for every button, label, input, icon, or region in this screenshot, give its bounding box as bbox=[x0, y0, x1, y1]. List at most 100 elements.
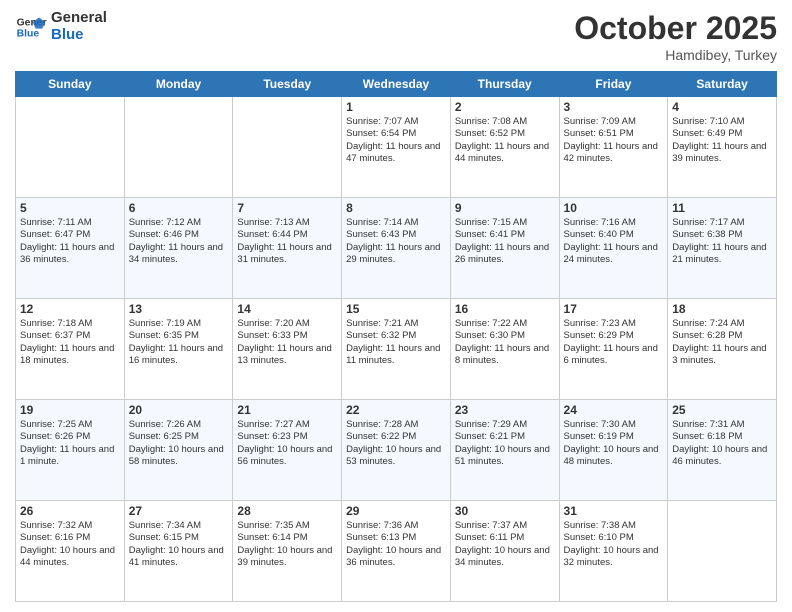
calendar-cell: 28Sunrise: 7:35 AM Sunset: 6:14 PM Dayli… bbox=[233, 501, 342, 602]
calendar-cell: 21Sunrise: 7:27 AM Sunset: 6:23 PM Dayli… bbox=[233, 400, 342, 501]
cell-info-text: Sunrise: 7:18 AM Sunset: 6:37 PM Dayligh… bbox=[20, 318, 120, 367]
cell-day-number: 9 bbox=[455, 201, 555, 215]
logo: General Blue General Blue bbox=[15, 10, 107, 43]
cell-day-number: 24 bbox=[564, 403, 664, 417]
cell-info-text: Sunrise: 7:16 AM Sunset: 6:40 PM Dayligh… bbox=[564, 217, 664, 266]
calendar-cell: 25 Sunrise: 7:31 AM Sunset: 6:18 PM Dayli… bbox=[668, 400, 777, 501]
cell-info-text: Sunrise: 7:14 AM Sunset: 6:43 PM Dayligh… bbox=[346, 217, 446, 266]
calendar-cell: 17Sunrise: 7:23 AM Sunset: 6:29 PM Dayli… bbox=[559, 299, 668, 400]
calendar-cell: 22 Sunrise: 7:28 AM Sunset: 6:22 PM Dayli… bbox=[342, 400, 451, 501]
cell-info-text: Sunrise: 7:15 AM Sunset: 6:41 PM Dayligh… bbox=[455, 217, 555, 266]
cell-info-text: Sunrise: 7:09 AM Sunset: 6:51 PM Dayligh… bbox=[564, 116, 664, 165]
calendar-cell: 13 Sunrise: 7:19 AM Sunset: 6:35 PM Dayli… bbox=[124, 299, 233, 400]
cell-info-text: Sunrise: 7:19 AM Sunset: 6:35 PM Dayligh… bbox=[129, 318, 229, 367]
cell-day-number: 4 bbox=[672, 100, 772, 114]
cell-day-number: 7 bbox=[237, 201, 337, 215]
calendar-cell: 19Sunrise: 7:25 AM Sunset: 6:26 PM Dayli… bbox=[16, 400, 125, 501]
calendar-cell: 16 Sunrise: 7:22 AM Sunset: 6:30 PM Dayli… bbox=[450, 299, 559, 400]
cell-day-number: 15 bbox=[346, 302, 446, 316]
cell-info-text: Sunrise: 7:25 AM Sunset: 6:26 PM Dayligh… bbox=[20, 419, 120, 468]
cell-day-number: 26 bbox=[20, 504, 120, 518]
cell-info-text: Sunrise: 7:26 AM Sunset: 6:25 PM Dayligh… bbox=[129, 419, 229, 468]
cell-info-text: Sunrise: 7:21 AM Sunset: 6:32 PM Dayligh… bbox=[346, 318, 446, 367]
calendar-week-1: 1Sunrise: 7:07 AM Sunset: 6:54 PM Daylig… bbox=[16, 97, 777, 198]
cell-info-text: Sunrise: 7:35 AM Sunset: 6:14 PM Dayligh… bbox=[237, 520, 337, 569]
cell-day-number: 29 bbox=[346, 504, 446, 518]
cell-day-number: 8 bbox=[346, 201, 446, 215]
calendar-cell: 11Sunrise: 7:17 AM Sunset: 6:38 PM Dayli… bbox=[668, 198, 777, 299]
cell-day-number: 3 bbox=[564, 100, 664, 114]
logo-icon: General Blue bbox=[15, 11, 47, 43]
calendar-cell: 6 Sunrise: 7:12 AM Sunset: 6:46 PM Daylig… bbox=[124, 198, 233, 299]
calendar-cell: 3 Sunrise: 7:09 AM Sunset: 6:51 PM Daylig… bbox=[559, 97, 668, 198]
cell-info-text: Sunrise: 7:12 AM Sunset: 6:46 PM Dayligh… bbox=[129, 217, 229, 266]
cell-info-text: Sunrise: 7:08 AM Sunset: 6:52 PM Dayligh… bbox=[455, 116, 555, 165]
cell-day-number: 23 bbox=[455, 403, 555, 417]
cell-day-number: 1 bbox=[346, 100, 446, 114]
calendar-cell: 8 Sunrise: 7:14 AM Sunset: 6:43 PM Daylig… bbox=[342, 198, 451, 299]
calendar-cell: 14 Sunrise: 7:20 AM Sunset: 6:33 PM Dayli… bbox=[233, 299, 342, 400]
cell-day-number: 21 bbox=[237, 403, 337, 417]
svg-text:Blue: Blue bbox=[17, 28, 40, 39]
calendar-cell: 24 Sunrise: 7:30 AM Sunset: 6:19 PM Dayli… bbox=[559, 400, 668, 501]
calendar-cell: 7 Sunrise: 7:13 AM Sunset: 6:44 PM Daylig… bbox=[233, 198, 342, 299]
day-header-wednesday: Wednesday bbox=[342, 72, 451, 97]
calendar-cell bbox=[124, 97, 233, 198]
location: Hamdibey, Turkey bbox=[574, 47, 777, 63]
calendar-cell bbox=[668, 501, 777, 602]
cell-day-number: 12 bbox=[20, 302, 120, 316]
cell-info-text: Sunrise: 7:29 AM Sunset: 6:21 PM Dayligh… bbox=[455, 419, 555, 468]
cell-day-number: 20 bbox=[129, 403, 229, 417]
cell-info-text: Sunrise: 7:37 AM Sunset: 6:11 PM Dayligh… bbox=[455, 520, 555, 569]
month-title: October 2025 bbox=[574, 10, 777, 47]
cell-info-text: Sunrise: 7:34 AM Sunset: 6:15 PM Dayligh… bbox=[129, 520, 229, 569]
cell-day-number: 2 bbox=[455, 100, 555, 114]
calendar-week-4: 19Sunrise: 7:25 AM Sunset: 6:26 PM Dayli… bbox=[16, 400, 777, 501]
calendar-cell: 26Sunrise: 7:32 AM Sunset: 6:16 PM Dayli… bbox=[16, 501, 125, 602]
calendar-cell bbox=[16, 97, 125, 198]
cell-info-text: Sunrise: 7:20 AM Sunset: 6:33 PM Dayligh… bbox=[237, 318, 337, 367]
cell-day-number: 5 bbox=[20, 201, 120, 215]
calendar-cell: 23 Sunrise: 7:29 AM Sunset: 6:21 PM Dayli… bbox=[450, 400, 559, 501]
cell-info-text: Sunrise: 7:31 AM Sunset: 6:18 PM Dayligh… bbox=[672, 419, 772, 468]
cell-info-text: Sunrise: 7:22 AM Sunset: 6:30 PM Dayligh… bbox=[455, 318, 555, 367]
cell-day-number: 30 bbox=[455, 504, 555, 518]
logo-general: General bbox=[51, 10, 107, 27]
calendar-cell: 15 Sunrise: 7:21 AM Sunset: 6:32 PM Dayli… bbox=[342, 299, 451, 400]
cell-day-number: 27 bbox=[129, 504, 229, 518]
cell-info-text: Sunrise: 7:13 AM Sunset: 6:44 PM Dayligh… bbox=[237, 217, 337, 266]
cell-day-number: 25 bbox=[672, 403, 772, 417]
cell-day-number: 11 bbox=[672, 201, 772, 215]
cell-info-text: Sunrise: 7:28 AM Sunset: 6:22 PM Dayligh… bbox=[346, 419, 446, 468]
calendar-cell: 4 Sunrise: 7:10 AM Sunset: 6:49 PM Daylig… bbox=[668, 97, 777, 198]
calendar-cell: 9 Sunrise: 7:15 AM Sunset: 6:41 PM Daylig… bbox=[450, 198, 559, 299]
cell-day-number: 13 bbox=[129, 302, 229, 316]
calendar-cell: 18Sunrise: 7:24 AM Sunset: 6:28 PM Dayli… bbox=[668, 299, 777, 400]
calendar-cell: 27 Sunrise: 7:34 AM Sunset: 6:15 PM Dayli… bbox=[124, 501, 233, 602]
title-area: October 2025 Hamdibey, Turkey bbox=[574, 10, 777, 63]
calendar-week-3: 12 Sunrise: 7:18 AM Sunset: 6:37 PM Dayli… bbox=[16, 299, 777, 400]
day-header-sunday: Sunday bbox=[16, 72, 125, 97]
logo-blue: Blue bbox=[51, 27, 107, 44]
cell-info-text: Sunrise: 7:30 AM Sunset: 6:19 PM Dayligh… bbox=[564, 419, 664, 468]
cell-day-number: 16 bbox=[455, 302, 555, 316]
header: General Blue General Blue October 2025 H… bbox=[15, 10, 777, 63]
cell-day-number: 6 bbox=[129, 201, 229, 215]
day-header-thursday: Thursday bbox=[450, 72, 559, 97]
day-header-saturday: Saturday bbox=[668, 72, 777, 97]
cell-day-number: 17 bbox=[564, 302, 664, 316]
day-header-friday: Friday bbox=[559, 72, 668, 97]
cell-day-number: 22 bbox=[346, 403, 446, 417]
cell-day-number: 10 bbox=[564, 201, 664, 215]
cell-info-text: Sunrise: 7:10 AM Sunset: 6:49 PM Dayligh… bbox=[672, 116, 772, 165]
cell-info-text: Sunrise: 7:24 AM Sunset: 6:28 PM Dayligh… bbox=[672, 318, 772, 367]
calendar-cell: 12 Sunrise: 7:18 AM Sunset: 6:37 PM Dayli… bbox=[16, 299, 125, 400]
calendar-header-row: SundayMondayTuesdayWednesdayThursdayFrid… bbox=[16, 72, 777, 97]
cell-day-number: 14 bbox=[237, 302, 337, 316]
calendar-cell: 10 Sunrise: 7:16 AM Sunset: 6:40 PM Dayli… bbox=[559, 198, 668, 299]
calendar-cell: 1Sunrise: 7:07 AM Sunset: 6:54 PM Daylig… bbox=[342, 97, 451, 198]
calendar-cell bbox=[233, 97, 342, 198]
cell-info-text: Sunrise: 7:11 AM Sunset: 6:47 PM Dayligh… bbox=[20, 217, 120, 266]
calendar-week-5: 26Sunrise: 7:32 AM Sunset: 6:16 PM Dayli… bbox=[16, 501, 777, 602]
calendar-week-2: 5 Sunrise: 7:11 AM Sunset: 6:47 PM Daylig… bbox=[16, 198, 777, 299]
